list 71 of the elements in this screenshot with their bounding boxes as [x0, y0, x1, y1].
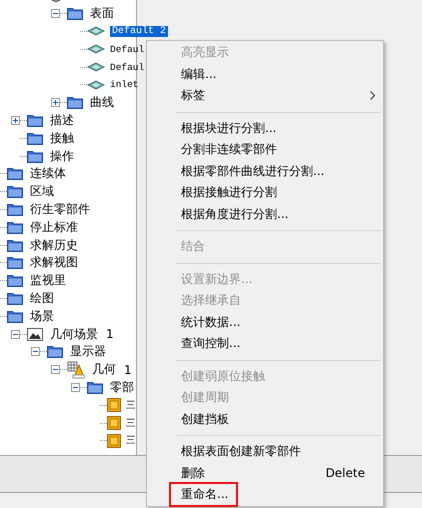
tree-item[interactable]: Defaul [108, 44, 146, 55]
folder-icon [47, 345, 63, 358]
diamond-icon [87, 44, 105, 54]
folder-icon [7, 292, 23, 305]
folder-icon [87, 380, 103, 394]
tree-item[interactable]: 几何场景 [48, 326, 100, 343]
tree-item[interactable]: 操作 [48, 148, 76, 165]
item-count: 1 [106, 327, 114, 342]
item-count: 1 [124, 362, 132, 377]
picture-frame-icon [27, 328, 43, 341]
collapse-toggle[interactable] [51, 9, 60, 18]
folder-icon [7, 274, 23, 288]
diamond-icon [87, 26, 105, 36]
menu-item[interactable]: 根据表面创建新零部件 [147, 441, 383, 462]
folder-icon [67, 96, 83, 110]
menu-item[interactable]: 创建挡板 [147, 408, 383, 430]
folder-icon [27, 150, 43, 163]
folder-icon [27, 114, 43, 127]
menu-item[interactable]: 查询控制... [147, 333, 383, 354]
tree-item[interactable]: 衍生零部件 [28, 200, 92, 218]
tree-item[interactable]: 显示器 [68, 343, 108, 360]
tree-item[interactable]: 场景 [28, 308, 56, 325]
tree-item[interactable]: 三 [124, 434, 138, 448]
folder-icon [7, 220, 23, 234]
folder-icon [7, 185, 23, 198]
part-icon [107, 434, 121, 448]
tree-item[interactable]: 求解视图 [28, 254, 80, 272]
folder-icon [67, 7, 83, 20]
menu-item[interactable]: 编辑... [147, 64, 383, 85]
expand-toggle[interactable] [51, 98, 60, 108]
folder-icon [7, 238, 23, 252]
part-icon [107, 398, 121, 412]
tree-item[interactable]: 零部 [108, 378, 136, 396]
tree-item[interactable]: Defaul [108, 62, 146, 73]
diamond-icon [87, 62, 105, 72]
cone-grid-icon [67, 360, 85, 379]
tree-item[interactable]: 接触 [48, 130, 76, 147]
folder-icon [7, 202, 23, 216]
collapse-toggle[interactable] [71, 382, 80, 392]
tree-item[interactable]: 几何 [90, 361, 118, 378]
tree-item[interactable]: 曲线 [88, 94, 116, 112]
tree-item[interactable]: 连续体 [28, 165, 68, 182]
tree-item[interactable]: Default 2 [110, 26, 168, 37]
tree-item[interactable]: 表面 [88, 5, 116, 22]
folder-icon [7, 167, 23, 180]
tree-item[interactable]: 描述 [48, 112, 76, 129]
folder-icon [7, 256, 23, 270]
menu-item[interactable]: 根据角度进行分割... [147, 204, 383, 225]
folder-icon [27, 132, 43, 145]
menu-item[interactable]: 统计数据... [147, 312, 383, 333]
menu-item[interactable]: 重命名... [147, 484, 383, 506]
expand-toggle[interactable] [11, 116, 20, 125]
collapse-toggle[interactable] [51, 365, 60, 374]
tree-item[interactable]: 三 [124, 398, 138, 412]
collapse-toggle[interactable] [31, 347, 40, 356]
folder-icon [7, 310, 23, 323]
tree-item[interactable]: 绘图 [28, 290, 56, 307]
part-icon [107, 416, 121, 430]
tree-item[interactable]: inlet [108, 79, 141, 90]
tree-item[interactable]: 三 [124, 416, 138, 430]
tree-item[interactable]: 监视里 [28, 272, 68, 290]
menu-item[interactable]: 标签 [147, 85, 383, 106]
tree-item[interactable]: 求解历史 [28, 236, 80, 254]
collapse-toggle[interactable] [11, 330, 20, 339]
tree-item[interactable]: 停止标准 [28, 218, 80, 236]
tree-item[interactable]: 区域 [28, 183, 56, 200]
diamond-icon [87, 80, 105, 90]
menu-item[interactable]: 分割非连续零部件 [147, 139, 383, 160]
menu-item[interactable]: 根据零部件曲线进行分割... [147, 160, 383, 182]
menu-item[interactable]: 根据接触进行分割 [147, 182, 383, 204]
menu-item[interactable]: 根据块进行分割... [147, 118, 383, 139]
